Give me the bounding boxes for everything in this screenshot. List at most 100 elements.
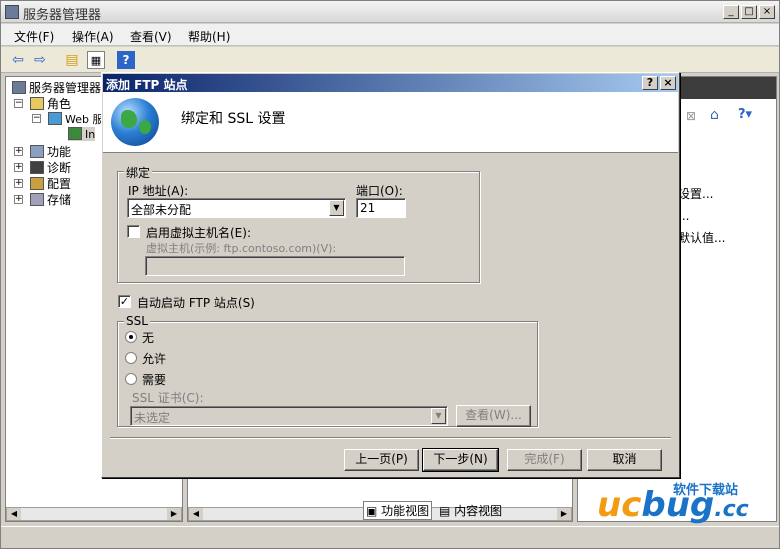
- help-dropdown-icon[interactable]: ?▾: [738, 107, 752, 122]
- ip-address-select[interactable]: 全部未分配 ▼: [127, 198, 346, 218]
- next-button[interactable]: 下一步(N): [422, 448, 499, 472]
- ssl-cert-label: SSL 证书(C):: [132, 391, 204, 405]
- dialog-title: 添加 FTP 站点: [106, 78, 188, 92]
- add-ftp-site-dialog: 添加 FTP 站点 ? × 绑定和 SSL 设置 绑定 IP 地址(A): 全部…: [101, 72, 680, 478]
- ssl-allow-label: 允许: [142, 352, 167, 366]
- menu-view[interactable]: 查看(V): [130, 28, 172, 45]
- logo-part: bug: [641, 485, 715, 525]
- logo-part: uc: [597, 485, 642, 525]
- autostart-checkbox[interactable]: ✓: [118, 295, 131, 308]
- tree-label: 功能: [47, 145, 72, 159]
- server-icon: [12, 81, 26, 94]
- menu-file[interactable]: 文件(F): [14, 28, 54, 45]
- dialog-close-button[interactable]: ×: [660, 76, 676, 90]
- enable-virtual-host-checkbox[interactable]: [127, 225, 140, 238]
- main-title-bar: 服务器管理器 _ □ ×: [1, 1, 779, 23]
- watermark-logo: ucbug.cc: [597, 485, 749, 525]
- tab-label: 功能视图: [381, 504, 430, 518]
- ip-address-label: IP 地址(A):: [128, 184, 189, 198]
- tree-label: 角色: [47, 97, 72, 111]
- tree-item-storage[interactable]: 存储: [30, 191, 71, 208]
- web-server-icon: [48, 112, 62, 125]
- back-arrow-icon[interactable]: ⇦: [9, 51, 27, 69]
- tree-item-features[interactable]: 功能: [30, 143, 71, 160]
- action-link-defaults[interactable]: 默认值...: [678, 229, 725, 246]
- minimize-button[interactable]: _: [723, 5, 739, 19]
- scroll-left-icon[interactable]: ◀: [7, 508, 21, 520]
- features-icon: [30, 145, 44, 158]
- port-input[interactable]: 21: [356, 198, 406, 218]
- forward-arrow-icon[interactable]: ⇨: [31, 51, 49, 69]
- scroll-right-icon[interactable]: ▶: [167, 508, 181, 520]
- globe-icon: [111, 98, 159, 146]
- storage-icon: [30, 193, 44, 206]
- port-label: 端口(O):: [356, 184, 403, 198]
- config-icon: [30, 177, 44, 190]
- cancel-button[interactable]: 取消: [587, 449, 662, 471]
- collapse-roles-icon[interactable]: −: [14, 99, 23, 108]
- diagnostics-icon: [30, 161, 44, 174]
- up-folder-icon[interactable]: ▤: [63, 51, 81, 69]
- finish-button[interactable]: 完成(F): [507, 449, 582, 471]
- collapse-web-icon[interactable]: −: [32, 114, 41, 123]
- tree-item-diagnostics[interactable]: 诊断: [30, 159, 71, 176]
- expand-storage-icon[interactable]: +: [14, 195, 23, 204]
- watermark: 软件下载站 ucbug.cc: [597, 477, 779, 533]
- server-manager-window: 服务器管理器 _ □ × 文件(F) 操作(A) 查看(V) 帮助(H) ⇦ ⇨…: [0, 0, 780, 549]
- tree-label: 存储: [47, 193, 72, 207]
- tree-item-web-server[interactable]: Web 服: [48, 111, 103, 127]
- main-window-title: 服务器管理器: [23, 8, 102, 23]
- virtual-host-input[interactable]: [145, 256, 405, 276]
- tree-horizontal-scrollbar[interactable]: ◀ ▶: [6, 507, 182, 521]
- ssl-group: SSL 无 允许 需要 SSL 证书(C): 未选定 ▼ 查看(W)...: [117, 314, 538, 427]
- binding-group: 绑定 IP 地址(A): 全部未分配 ▼ 端口(O): 21 启用虚拟主机名(E…: [117, 164, 480, 283]
- toolbar: ⇦ ⇨ ▤ ▦ ?: [1, 47, 779, 73]
- close-button[interactable]: ×: [759, 5, 775, 19]
- prev-button[interactable]: 上一页(P): [344, 449, 419, 471]
- show-hide-tree-icon[interactable]: ▦: [87, 51, 105, 69]
- view-cert-button[interactable]: 查看(W)...: [456, 405, 531, 427]
- ip-address-value: 全部未分配: [131, 203, 192, 217]
- expand-diagnostics-icon[interactable]: +: [14, 163, 23, 172]
- menu-help[interactable]: 帮助(H): [188, 28, 230, 45]
- ssl-cert-value: 未选定: [134, 411, 171, 425]
- tree-item-roles[interactable]: 角色: [30, 95, 71, 112]
- chevron-down-icon[interactable]: ▼: [431, 408, 446, 424]
- roles-icon: [30, 97, 44, 110]
- ssl-require-label: 需要: [142, 373, 167, 387]
- home-icon[interactable]: ⌂: [710, 107, 719, 123]
- dialog-help-button[interactable]: ?: [642, 76, 658, 90]
- tree-item-server-manager[interactable]: 服务器管理器: [12, 79, 101, 96]
- tab-label: 内容视图: [454, 504, 503, 518]
- tree-label: 服务器管理器: [29, 81, 102, 95]
- tree-label: In: [85, 128, 96, 141]
- ssl-none-radio[interactable]: [125, 331, 137, 343]
- enable-virtual-host-label: 启用虚拟主机名(E):: [146, 226, 251, 240]
- ssl-allow-radio[interactable]: [125, 352, 137, 364]
- content-view-tab[interactable]: ▤ 内容视图: [439, 502, 502, 519]
- maximize-button[interactable]: □: [741, 5, 757, 19]
- feature-view-tab[interactable]: ▣ 功能视图: [363, 501, 433, 520]
- autostart-label: 自动启动 FTP 站点(S): [137, 296, 255, 310]
- expand-config-icon[interactable]: +: [14, 179, 23, 188]
- dialog-heading: 绑定和 SSL 设置: [181, 111, 286, 127]
- view-tabs: ▣ 功能视图 ▤ 内容视图: [359, 499, 569, 520]
- tree-label: 诊断: [47, 161, 72, 175]
- chevron-down-icon[interactable]: ▼: [329, 200, 344, 216]
- scroll-left-icon[interactable]: ◀: [189, 508, 203, 520]
- dialog-title-bar: 添加 FTP 站点 ? ×: [103, 74, 678, 92]
- action-link-settings[interactable]: 设置...: [678, 185, 713, 202]
- expand-features-icon[interactable]: +: [14, 147, 23, 156]
- actions-close-icon[interactable]: ⊠: [686, 109, 696, 123]
- tree-item-iis[interactable]: In: [68, 127, 96, 141]
- logo-part: .cc: [714, 497, 749, 522]
- dialog-header: 绑定和 SSL 设置: [103, 92, 678, 153]
- ssl-require-radio[interactable]: [125, 373, 137, 385]
- ssl-none-label: 无: [142, 331, 155, 345]
- dialog-separator: [110, 437, 671, 439]
- tree-item-config[interactable]: 配置: [30, 175, 71, 192]
- help-icon[interactable]: ?: [117, 51, 135, 69]
- menu-action[interactable]: 操作(A): [72, 28, 114, 45]
- ssl-cert-select[interactable]: 未选定 ▼: [130, 406, 448, 426]
- server-manager-icon: [5, 5, 19, 19]
